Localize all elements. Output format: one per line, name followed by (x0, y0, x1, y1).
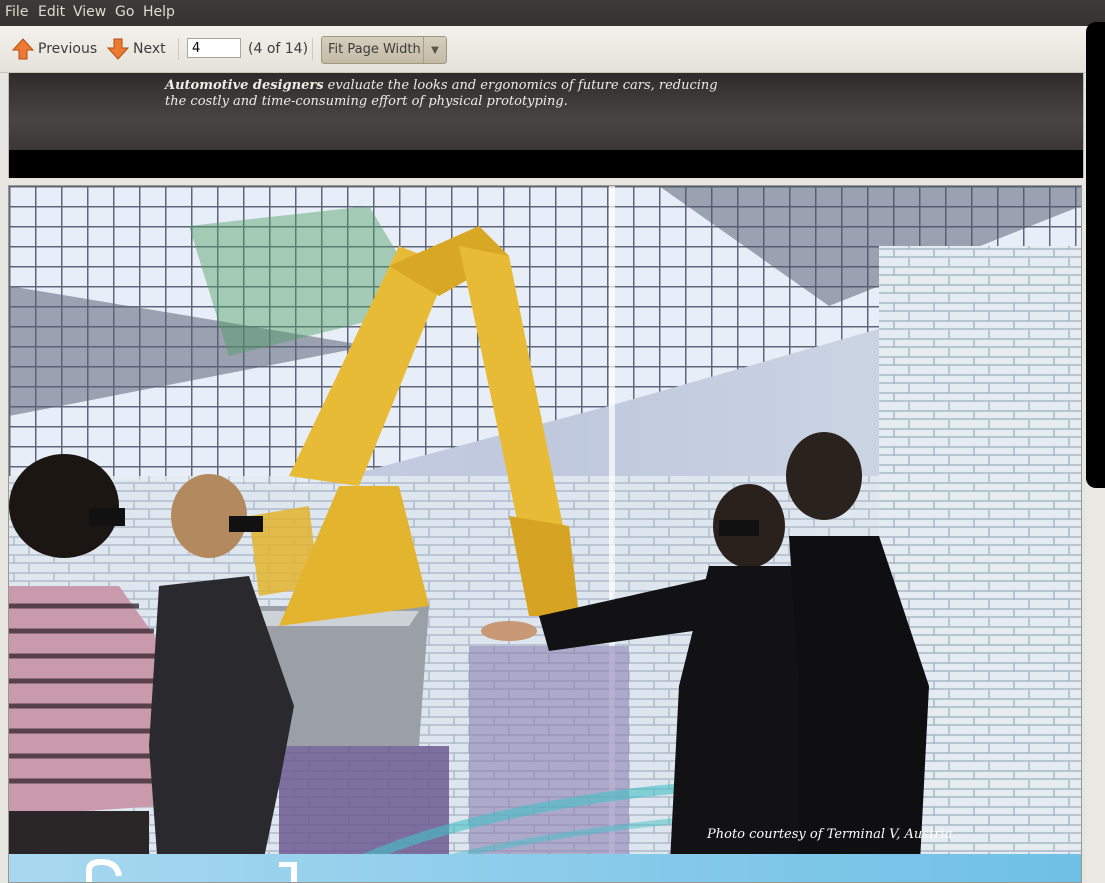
menu-edit[interactable]: Edit (38, 4, 65, 20)
menu-file[interactable]: File (5, 4, 28, 20)
toolbar: Previous Next (4 of 14) Fit Page Width ▼ (0, 26, 1086, 73)
page-caption: Automotive designers evaluate the looks … (165, 78, 725, 110)
scrollbar-thumb[interactable] (1086, 22, 1105, 488)
next-label: Next (133, 41, 166, 57)
page-black-band (9, 150, 1083, 178)
next-button[interactable]: Next (107, 36, 166, 62)
page-number-input[interactable] (187, 38, 241, 58)
toolbar-separator (312, 38, 313, 60)
arrow-up-icon (12, 38, 34, 60)
page-count-label: (4 of 14) (248, 41, 309, 57)
dropdown-arrow-icon: ▼ (423, 37, 446, 63)
previous-button[interactable]: Previous (12, 36, 97, 62)
arrow-down-icon (107, 38, 129, 60)
menu-help[interactable]: Help (143, 4, 175, 20)
toolbar-separator (178, 38, 179, 60)
menu-view[interactable]: View (73, 4, 106, 20)
caption-bold: Automotive designers (165, 78, 324, 93)
previous-label: Previous (38, 41, 98, 57)
photo-vr-robot-scene (9, 186, 1081, 882)
menu-bar: File Edit View Go Help (0, 0, 1105, 26)
menu-go[interactable]: Go (115, 4, 134, 20)
photo-credit: Photo courtesy of Terminal V, Austria. (707, 827, 957, 842)
page-3-bottom: Automotive designers evaluate the looks … (8, 73, 1084, 178)
page-4-photo: Photo courtesy of Terminal V, Austria. (8, 185, 1082, 883)
zoom-select[interactable]: Fit Page Width ▼ (321, 36, 447, 64)
document-view[interactable]: Automotive designers evaluate the looks … (0, 73, 1086, 883)
zoom-label: Fit Page Width (328, 42, 421, 57)
